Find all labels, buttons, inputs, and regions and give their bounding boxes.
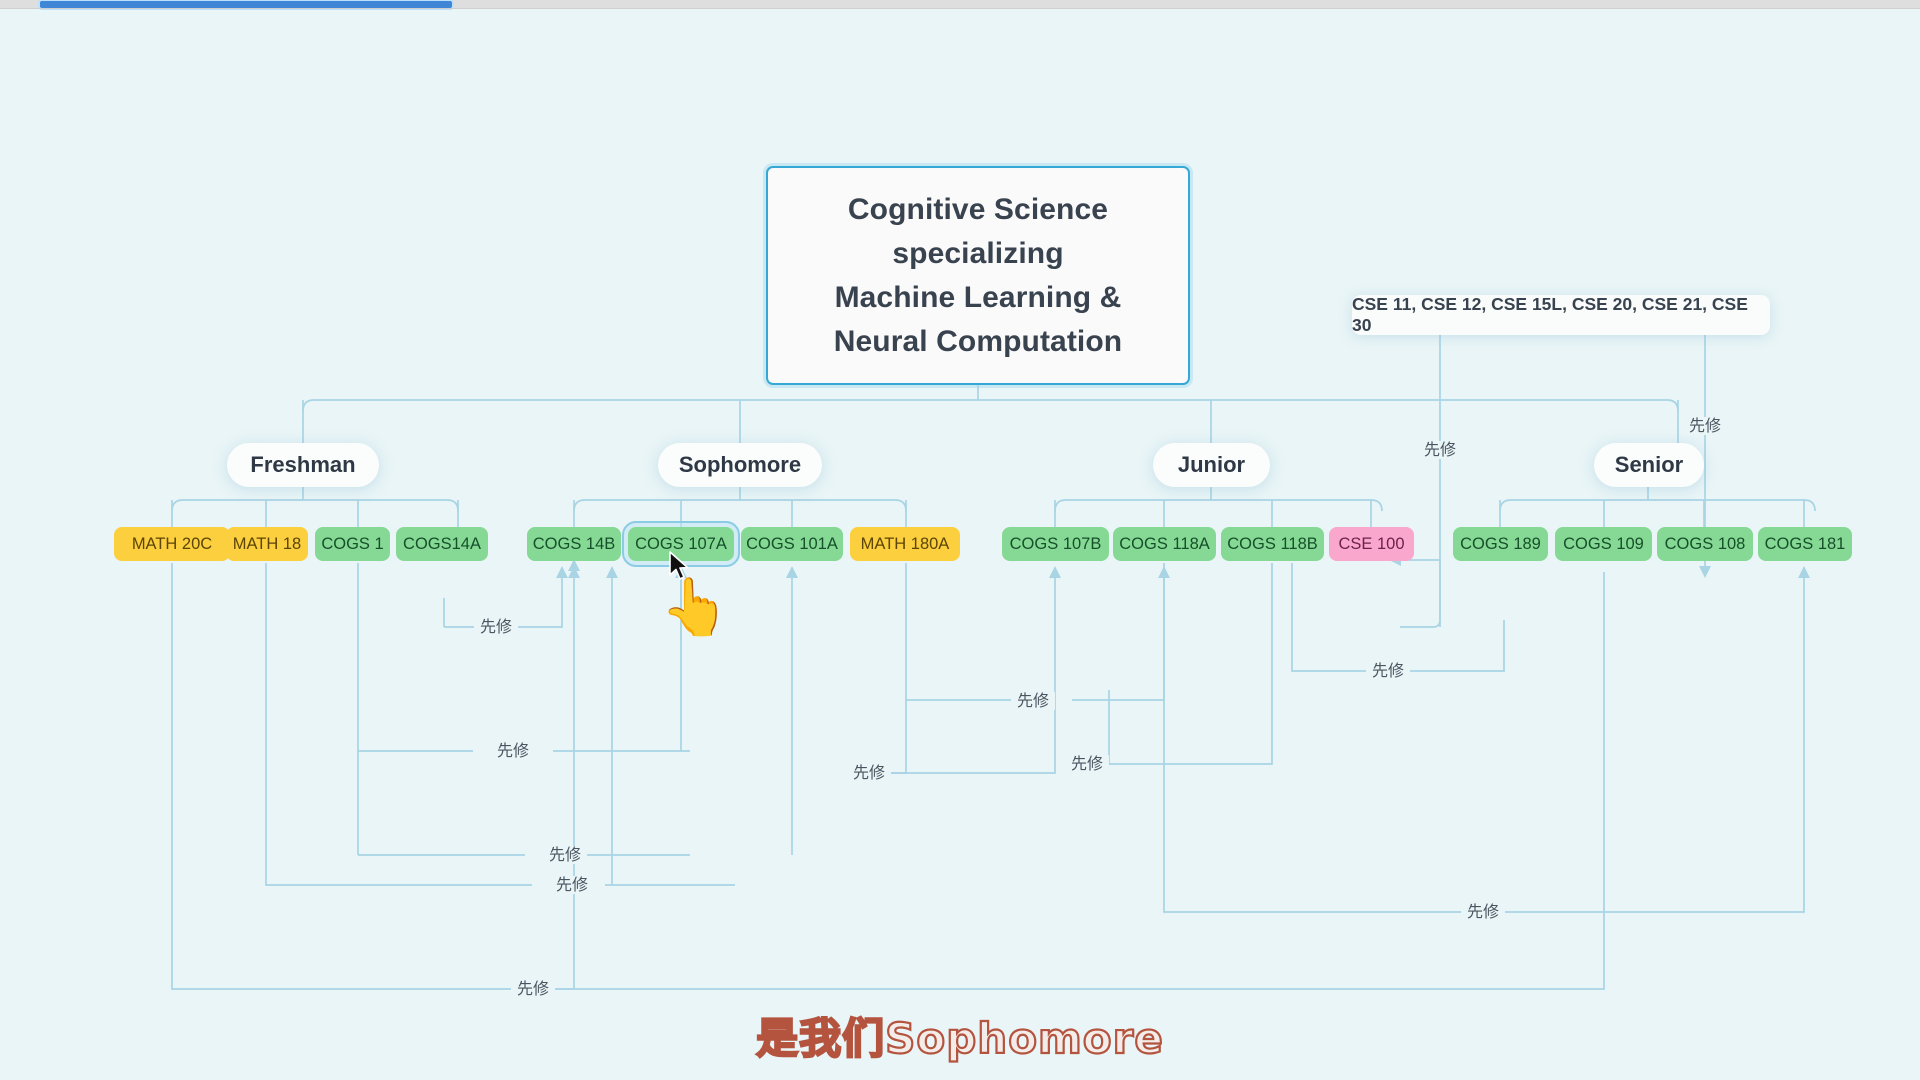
edge-label-prereq: 先修 bbox=[1064, 755, 1110, 773]
edge-label-prereq: 先修 bbox=[1365, 662, 1411, 680]
edge-label-prereq: 先修 bbox=[846, 764, 892, 782]
course-code: COGS 118A bbox=[1119, 534, 1210, 553]
video-caption: 是我们Sophomore bbox=[755, 1013, 1164, 1064]
course-chip[interactable]: COGS 118A bbox=[1113, 527, 1216, 561]
edge-label-prereq: 先修 bbox=[473, 618, 519, 636]
course-chip[interactable]: COGS14A bbox=[396, 527, 488, 561]
course-code: CSE 100 bbox=[1338, 534, 1405, 553]
top-chrome bbox=[0, 0, 1920, 9]
edge-label-prereq: 先修 bbox=[1682, 417, 1728, 435]
edge-label-prereq: 先修 bbox=[490, 742, 536, 760]
root-node[interactable]: Cognitive Science specializing Machine L… bbox=[766, 166, 1190, 385]
year-node-sophomore[interactable]: Sophomore bbox=[658, 443, 822, 487]
course-chip[interactable]: MATH 180A bbox=[850, 527, 960, 561]
cse-prereq-box[interactable]: CSE 11, CSE 12, CSE 15L, CSE 20, CSE 21,… bbox=[1352, 294, 1770, 335]
course-chip[interactable]: COGS 118B bbox=[1221, 527, 1324, 561]
pointing-up-hand-icon: 👆 bbox=[660, 575, 730, 640]
course-code: COGS 101A bbox=[746, 534, 838, 553]
edge-label-prereq: 先修 bbox=[1460, 903, 1506, 921]
mindmap-canvas[interactable]: Cognitive Science specializing Machine L… bbox=[0, 0, 1920, 1080]
course-code: COGS 189 bbox=[1460, 534, 1541, 553]
edge-label-prereq: 先修 bbox=[510, 980, 556, 998]
chrome-divider bbox=[0, 8, 1920, 9]
progress-bar[interactable] bbox=[40, 1, 452, 8]
course-chip[interactable]: COGS 107B bbox=[1002, 527, 1109, 561]
course-chip[interactable]: COGS 108 bbox=[1657, 527, 1753, 561]
course-code: COGS 108 bbox=[1664, 534, 1746, 553]
year-label-sophomore: Sophomore bbox=[678, 452, 802, 477]
course-chip[interactable]: COGS 14B bbox=[527, 527, 621, 561]
course-chip[interactable]: COGS 101A bbox=[741, 527, 843, 561]
mouse-pointer-icon bbox=[669, 551, 689, 580]
year-node-freshman[interactable]: Freshman bbox=[227, 443, 379, 487]
edge-label-prereq: 先修 bbox=[549, 876, 595, 894]
course-code: COGS 107B bbox=[1009, 534, 1102, 553]
course-code: COGS 181 bbox=[1764, 534, 1846, 553]
course-chip[interactable]: MATH 18 bbox=[226, 527, 308, 561]
course-chip[interactable]: CSE 100 bbox=[1329, 527, 1414, 561]
year-node-junior[interactable]: Junior bbox=[1153, 443, 1270, 487]
course-chip[interactable]: COGS 181 bbox=[1758, 527, 1852, 561]
edge-label-prereq: 先修 bbox=[1417, 441, 1463, 459]
course-code: COGS14A bbox=[403, 534, 481, 553]
course-chip[interactable]: MATH 20C bbox=[114, 527, 230, 561]
year-label-junior: Junior bbox=[1177, 452, 1246, 477]
course-code: MATH 18 bbox=[232, 534, 302, 553]
edge-label-prereq: 先修 bbox=[542, 846, 588, 864]
year-node-senior[interactable]: Senior bbox=[1594, 443, 1704, 487]
root-title: Cognitive Science specializing Machine L… bbox=[833, 192, 1123, 358]
course-code: COGS 1 bbox=[321, 534, 384, 553]
year-label-freshman: Freshman bbox=[250, 452, 356, 477]
course-code: MATH 180A bbox=[860, 534, 950, 553]
course-code: COGS 14B bbox=[532, 534, 616, 553]
course-chip[interactable]: COGS 189 bbox=[1453, 527, 1548, 561]
edge-label-prereq: 先修 bbox=[1010, 692, 1056, 710]
year-label-senior: Senior bbox=[1614, 452, 1684, 477]
course-code: MATH 20C bbox=[131, 534, 213, 553]
course-code: COGS 109 bbox=[1563, 534, 1644, 553]
course-code: COGS 118B bbox=[1227, 534, 1318, 553]
course-chip[interactable]: COGS 109 bbox=[1555, 527, 1652, 561]
course-chip[interactable]: COGS 1 bbox=[315, 527, 390, 561]
cse-prereq-label: CSE 11, CSE 12, CSE 15L, CSE 20, CSE 21,… bbox=[1352, 294, 1748, 335]
